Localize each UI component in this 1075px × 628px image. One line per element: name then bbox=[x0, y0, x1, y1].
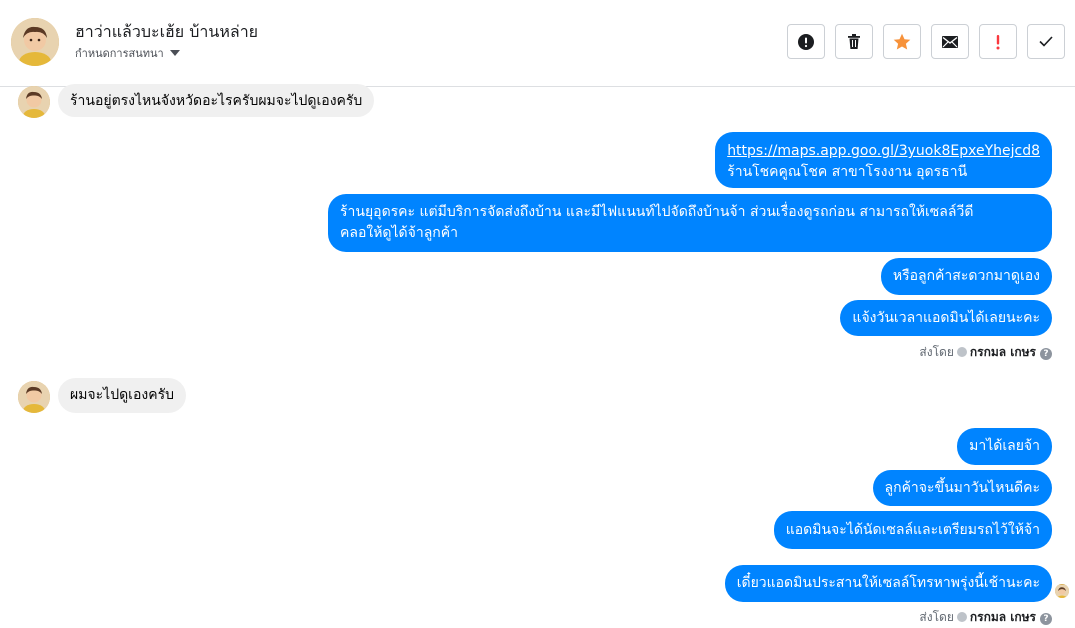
report-button[interactable] bbox=[787, 24, 825, 59]
contact-avatar-small bbox=[18, 86, 50, 118]
done-button[interactable] bbox=[1027, 24, 1065, 59]
sent-by-author: กรกมล เกษร bbox=[969, 610, 1036, 624]
conversation-settings-dropdown[interactable]: กำหนดการสนทนา bbox=[75, 44, 180, 62]
report-icon bbox=[798, 33, 814, 50]
outgoing-message: เดี๋ยวแอดมินประสานให้เซลล์โทรหาพรุ่งนี้เ… bbox=[724, 565, 1052, 602]
verified-icon bbox=[956, 612, 967, 622]
sent-by-prefix: ส่งโดย bbox=[919, 345, 954, 359]
outgoing-message: มาได้เลยจ้า bbox=[957, 428, 1052, 465]
trash-icon bbox=[848, 34, 860, 49]
verified-icon bbox=[956, 347, 967, 357]
help-icon[interactable]: ? bbox=[1040, 348, 1052, 360]
message-link[interactable]: https://maps.app.goo.gl/3yuok8EpxeYhejcd… bbox=[727, 141, 1040, 162]
sent-by-label: ส่งโดย กรกมล เกษร? bbox=[919, 343, 1052, 362]
conversation-header: ฮาว่าแล้วบะเฮ้ย บ้านหล่าย กำหนดการสนทนา bbox=[0, 0, 1075, 87]
message-text: ร้านยุอุดรคะ แต่มีบริการจัดส่งถึงบ้าน แล… bbox=[340, 204, 974, 220]
contact-name[interactable]: ฮาว่าแล้วบะเฮ้ย บ้านหล่าย bbox=[75, 20, 258, 45]
sent-by-label: ส่งโดย กรกมล เกษร? bbox=[919, 608, 1052, 627]
contact-avatar-small bbox=[18, 381, 50, 413]
contact-avatar[interactable] bbox=[11, 18, 59, 66]
seen-by-avatar bbox=[1055, 584, 1069, 598]
mail-icon bbox=[942, 35, 958, 48]
delete-button[interactable] bbox=[835, 24, 873, 59]
outgoing-message: https://maps.app.goo.gl/3yuok8EpxeYhejcd… bbox=[715, 132, 1052, 188]
check-icon bbox=[1039, 36, 1053, 47]
important-button[interactable] bbox=[979, 24, 1017, 59]
mark-unread-button[interactable] bbox=[931, 24, 969, 59]
sent-by-author: กรกมล เกษร bbox=[969, 345, 1036, 359]
outgoing-message: ร้านยุอุดรคะ แต่มีบริการจัดส่งถึงบ้าน แล… bbox=[328, 194, 1052, 252]
outgoing-message: หรือลูกค้าสะดวกมาดูเอง bbox=[880, 258, 1052, 295]
message-text: ร้านโชคคูณโชค สาขาโรงงาน อุดรธานี bbox=[727, 164, 968, 180]
help-icon[interactable]: ? bbox=[1040, 613, 1052, 625]
important-icon bbox=[996, 34, 1000, 49]
sent-by-prefix: ส่งโดย bbox=[919, 610, 954, 624]
message-text: คลอให้ดูได้จ้าลูกค้า bbox=[340, 225, 458, 241]
outgoing-message: แจ้งวันเวลาแอดมินได้เลยนะคะ bbox=[840, 300, 1052, 336]
star-icon bbox=[893, 33, 911, 49]
star-button[interactable] bbox=[883, 24, 921, 59]
chevron-down-icon bbox=[169, 50, 180, 56]
outgoing-message: แอดมินจะได้นัดเซลล์และเตรียมรถไว้ให้จ้า bbox=[773, 511, 1052, 549]
incoming-message: ร้านอยู่ตรงไหนจังหวัดอะไรครับผมจะไปดูเอง… bbox=[58, 84, 375, 117]
conversation-settings-label: กำหนดการสนทนา bbox=[75, 47, 164, 60]
incoming-message: ผมจะไปดูเองครับ bbox=[58, 378, 186, 413]
outgoing-message: ลูกค้าจะขึ้นมาวันไหนดีคะ bbox=[872, 470, 1052, 506]
